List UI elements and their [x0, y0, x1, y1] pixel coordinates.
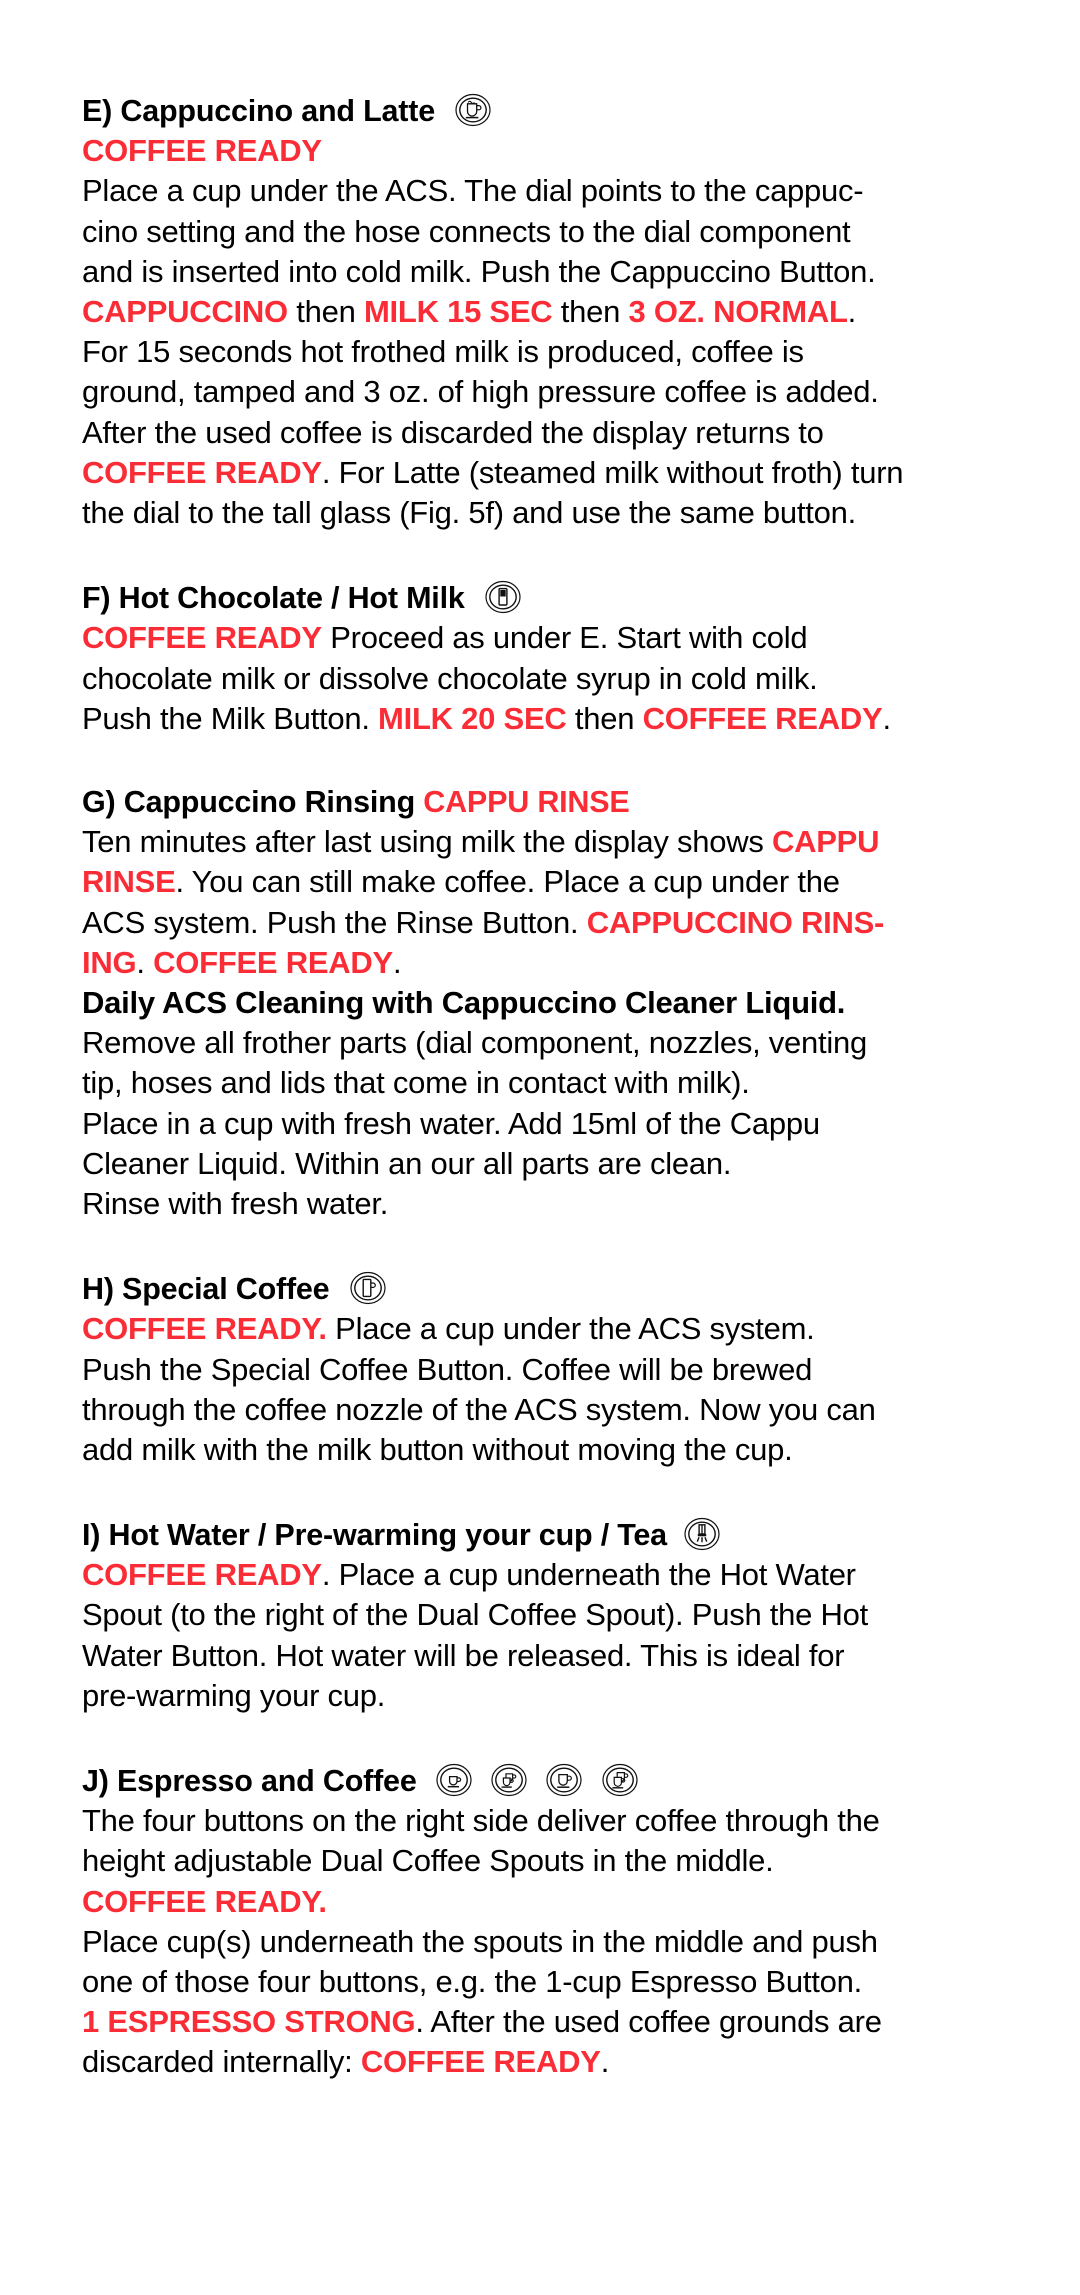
- body-text: chocolate milk or dissolve chocolate syr…: [82, 660, 818, 696]
- section-H: H) Special Coffee COFFEE READY. Place a …: [82, 1270, 1010, 1470]
- body-text: .: [392, 944, 402, 980]
- body-text: Push the Special Coffee Button. Coffee w…: [82, 1351, 813, 1387]
- section-I: I) Hot Water / Pre-warming your cup / Te…: [82, 1516, 1010, 1716]
- display-term: CAPPUCCINO RINS-: [586, 904, 885, 940]
- section-J-heading: J) Espresso and Coffee: [82, 1762, 1010, 1798]
- body-text: discarded internally:: [82, 2044, 361, 2080]
- section-G-cleaning-instructions: Remove all frother parts (dial component…: [82, 1023, 1010, 1224]
- section-F-heading-text: F) Hot Chocolate / Hot Milk: [82, 581, 465, 616]
- body-text: add milk with the milk button without mo…: [82, 1431, 793, 1467]
- double-espresso-cup-icon: [491, 1762, 527, 1798]
- section-H-heading-text: H) Special Coffee: [82, 1272, 330, 1307]
- section-F-body: COFFEE READY Proceed as under E. Start w…: [82, 618, 1010, 739]
- manual-page: E) Cappuccino and Latte COFFEE READY Pla…: [0, 0, 1080, 2295]
- section-E-heading-text: E) Cappuccino and Latte: [82, 94, 435, 128]
- section-J-heading-text: J) Espresso and Coffee: [82, 1764, 417, 1799]
- body-text: Proceed as under E. Start with cold: [321, 620, 808, 656]
- display-term: CAPPU: [771, 824, 880, 860]
- section-I-heading: I) Hot Water / Pre-warming your cup / Te…: [82, 1516, 1010, 1552]
- section-G-heading: G) Cappuccino Rinsing CAPPU RINSE: [82, 785, 1010, 819]
- section-J-body: The four buttons on the right side deliv…: [82, 1801, 1010, 2082]
- section-E: E) Cappuccino and Latte COFFEE READY Pla…: [82, 92, 1010, 533]
- display-term: COFFEE READY: [153, 944, 393, 980]
- section-E-heading: E) Cappuccino and Latte: [82, 92, 1010, 128]
- section-H-body: COFFEE READY. Place a cup under the ACS …: [82, 1309, 1010, 1470]
- double-coffee-cup-icon: [602, 1762, 638, 1798]
- body-text: one of those four buttons, e.g. the 1-cu…: [82, 1964, 862, 2000]
- tall-mug-icon: [350, 1270, 386, 1306]
- body-text: .: [882, 700, 891, 736]
- display-term: COFFEE READY.: [82, 1883, 327, 1919]
- body-text: ACS system. Push the Rinse Button.: [82, 904, 587, 940]
- display-term: COFFEE READY: [82, 620, 322, 656]
- display-term: 3 OZ. NORMAL: [628, 293, 848, 329]
- section-G: G) Cappuccino Rinsing CAPPU RINSE Ten mi…: [82, 785, 1010, 1224]
- body-text: Place a cup under the ACS. The dial poin…: [82, 173, 864, 209]
- body-text: . After the used coffee grounds are: [415, 2004, 882, 2040]
- body-text: . For Latte (steamed milk without froth)…: [321, 454, 904, 490]
- section-G-body: Ten minutes after last using milk the di…: [82, 822, 1010, 983]
- body-text: then: [552, 293, 629, 329]
- body-text: and is inserted into cold milk. Push the…: [82, 253, 876, 289]
- body-text: Push the Milk Button.: [82, 700, 379, 736]
- body-text: Remove all frother parts (dial component…: [82, 1025, 868, 1061]
- milk-glass-icon: [485, 579, 521, 615]
- body-text: .: [847, 293, 857, 329]
- body-text: tip, hoses and lids that come in contact…: [82, 1065, 750, 1101]
- body-text: Spout (to the right of the Dual Coffee S…: [82, 1597, 868, 1633]
- body-text: pre-warming your cup.: [82, 1677, 386, 1713]
- single-espresso-cup-icon: [436, 1762, 472, 1798]
- display-term: COFFEE READY: [642, 700, 883, 736]
- body-text: height adjustable Dual Coffee Spouts in …: [82, 1843, 774, 1879]
- section-J: J) Espresso and Coffee The four buttons …: [82, 1762, 1010, 2083]
- display-term: MILK 15 SEC: [363, 293, 553, 329]
- body-text: Place a cup under the ACS system.: [326, 1311, 815, 1347]
- section-E-status: COFFEE READY: [82, 131, 1010, 171]
- section-F-heading: F) Hot Chocolate / Hot Milk: [82, 579, 1010, 615]
- section-I-heading-text: I) Hot Water / Pre-warming your cup / Te…: [82, 1518, 667, 1553]
- body-text: the dial to the tall glass (Fig. 5f) and…: [82, 494, 856, 530]
- display-term: MILK 20 SEC: [378, 700, 567, 736]
- display-term: RINSE: [82, 864, 176, 900]
- display-term: COFFEE READY: [82, 1557, 322, 1593]
- body-text: The four buttons on the right side deliv…: [82, 1803, 880, 1839]
- section-E-body: Place a cup under the ACS. The dial poin…: [82, 171, 1010, 533]
- body-text: Rinse with fresh water.: [82, 1185, 389, 1221]
- section-I-body: COFFEE READY. Place a cup underneath the…: [82, 1555, 1010, 1716]
- section-H-heading: H) Special Coffee: [82, 1270, 1010, 1306]
- section-G-subheading: Daily ACS Cleaning with Cappuccino Clean…: [82, 984, 846, 1020]
- display-term: CAPPUCCINO: [82, 293, 288, 329]
- body-text: Ten minutes after last using milk the di…: [82, 824, 772, 860]
- body-text: cino setting and the hose connects to th…: [82, 213, 851, 249]
- cappuccino-cup-icon: [455, 92, 491, 128]
- display-term: COFFEE READY: [82, 454, 322, 490]
- display-term: 1 ESPRESSO STRONG: [82, 2004, 416, 2040]
- display-term: ING: [82, 944, 137, 980]
- body-text: For 15 seconds hot frothed milk is produ…: [82, 334, 804, 370]
- section-F: F) Hot Chocolate / Hot Milk COFFEE READY…: [82, 579, 1010, 739]
- display-term: COFFEE READY: [360, 2044, 601, 2080]
- body-text: Place in a cup with fresh water. Add 15m…: [82, 1105, 820, 1141]
- body-text: ground, tamped and 3 oz. of high pressur…: [82, 374, 879, 410]
- body-text: through the coffee nozzle of the ACS sys…: [82, 1391, 876, 1427]
- body-text: Place cup(s) underneath the spouts in th…: [82, 1923, 878, 1959]
- body-text: After the used coffee is discarded the d…: [82, 414, 824, 450]
- body-text: then: [566, 700, 643, 736]
- body-text: then: [287, 293, 364, 329]
- body-text: Water Button. Hot water will be released…: [82, 1637, 845, 1673]
- body-text: Cleaner Liquid. Within an our all parts …: [82, 1145, 732, 1181]
- display-term: COFFEE READY.: [82, 1311, 327, 1347]
- body-text: . You can still make coffee. Place a cup…: [175, 864, 840, 900]
- body-text: .: [600, 2044, 610, 2080]
- body-text: .: [136, 944, 154, 980]
- hot-water-spout-icon: [684, 1516, 720, 1552]
- section-G-heading-text: G) Cappuccino Rinsing: [82, 784, 424, 819]
- body-text: . Place a cup underneath the Hot Water: [321, 1557, 856, 1593]
- espresso-button-icon-group: [425, 1762, 638, 1798]
- single-coffee-cup-icon: [546, 1762, 583, 1798]
- section-G-heading-display-term: CAPPU RINSE: [423, 784, 630, 819]
- status-coffee-ready: COFFEE READY: [82, 133, 322, 169]
